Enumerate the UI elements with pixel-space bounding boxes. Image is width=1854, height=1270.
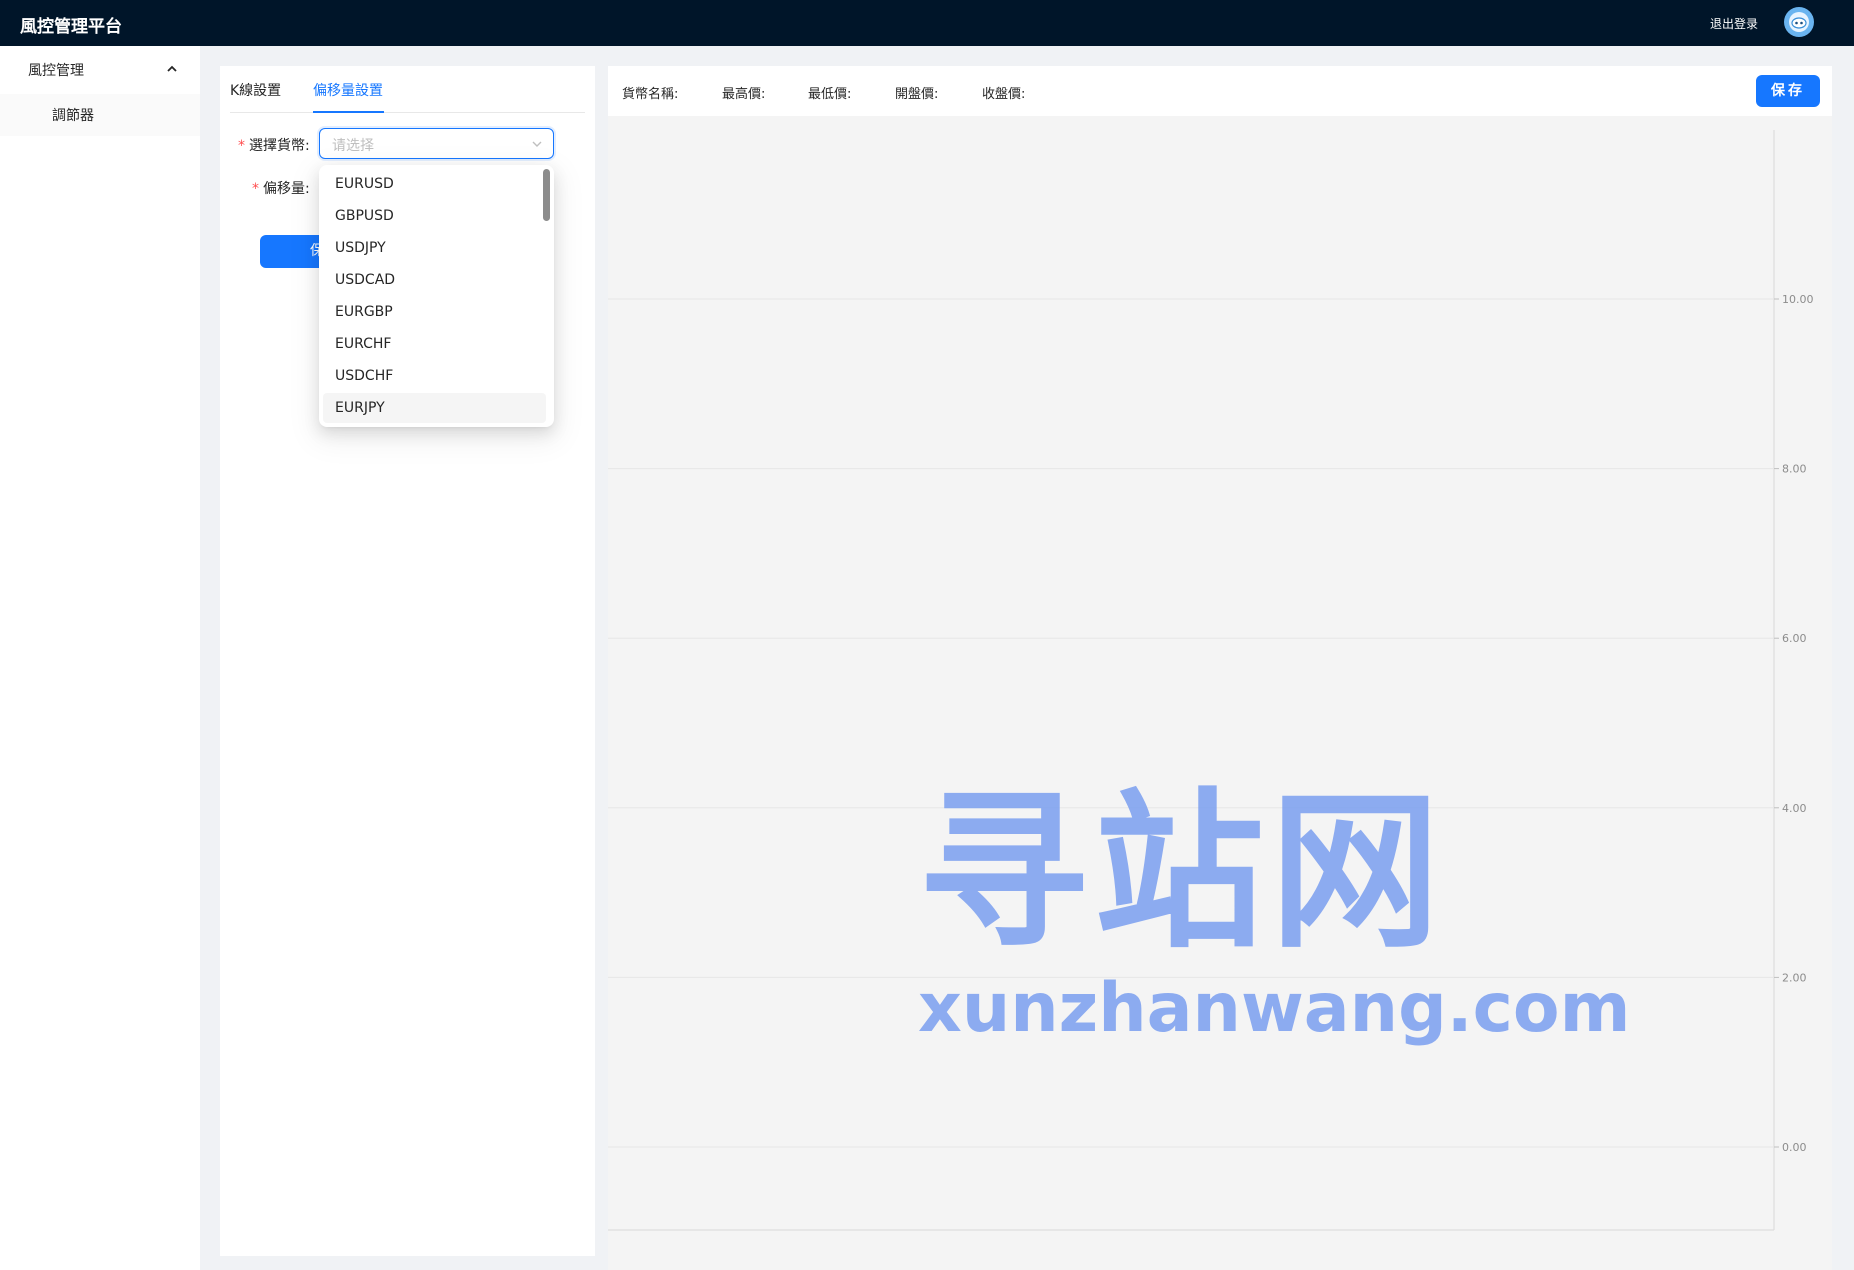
dropdown-option[interactable]: USDJPY (323, 233, 546, 263)
top-bar: 風控管理平台 退出登录 (0, 0, 1854, 46)
close-price-label: 收盤價: (982, 87, 1026, 102)
y-tick-label: 10.00 (1782, 293, 1814, 306)
offset-label: * 偏移量: (252, 181, 310, 197)
kline-chart: 10.00 8.00 6.00 4.00 2.00 0.00 (608, 116, 1832, 1270)
y-tick-label: 2.00 (1782, 971, 1807, 984)
y-tick-label: 6.00 (1782, 632, 1807, 645)
avatar[interactable] (1784, 7, 1814, 37)
open-price-label: 開盤價: (895, 87, 939, 102)
dropdown-option[interactable]: USDCHF (323, 361, 546, 391)
low-price-label: 最低價: (808, 87, 852, 102)
dropdown-option[interactable]: GBPUSD (323, 201, 546, 231)
sidebar-item-label: 調節器 (52, 108, 94, 124)
tab-active-indicator (313, 111, 384, 113)
high-price-label: 最高價: (722, 87, 766, 102)
currency-name-label: 貨幣名稱: (622, 87, 679, 102)
required-mark: * (238, 138, 245, 154)
logout-link[interactable]: 退出登录 (1710, 15, 1758, 32)
watermark-logo: 寻站网 (918, 774, 1447, 972)
dropdown-option[interactable]: EURCHF (323, 329, 546, 359)
currency-dropdown: EURUSD GBPUSD USDJPY USDCAD EURGBP EURCH… (319, 165, 554, 427)
select-placeholder: 请选择 (332, 138, 374, 154)
dropdown-scrollbar[interactable] (543, 169, 550, 221)
form-save-button[interactable]: 保 (260, 235, 320, 268)
dropdown-option-active[interactable]: EURJPY (323, 393, 546, 423)
dropdown-option[interactable]: USDCAD (323, 265, 546, 295)
currency-select[interactable]: 请选择 (319, 128, 554, 159)
currency-label: * 選擇貨幣: (238, 138, 310, 154)
sidebar: 風控管理 調節器 (0, 46, 200, 1270)
tab-offset-settings[interactable]: 偏移量設置 (313, 80, 383, 100)
watermark-url: xunzhanwang.com (918, 969, 1631, 1048)
chevron-down-icon (532, 141, 542, 147)
app-title: 風控管理平台 (20, 17, 122, 37)
y-tick-label: 8.00 (1782, 463, 1807, 476)
sidebar-item-regulator[interactable]: 調節器 (0, 94, 200, 136)
tab-kline-settings[interactable]: K線設置 (230, 80, 281, 100)
dropdown-option[interactable]: EURGBP (323, 297, 546, 327)
chevron-up-icon (167, 65, 177, 72)
y-tick-label: 0.00 (1782, 1141, 1807, 1154)
settings-tabs: K線設置 偏移量設置 (230, 66, 585, 113)
dropdown-option[interactable]: EURUSD (323, 169, 546, 199)
y-tick-label: 4.00 (1782, 802, 1807, 815)
price-header: 貨幣名稱: 最高價: 最低價: 開盤價: 收盤價: 保存 (608, 66, 1832, 116)
required-mark: * (252, 181, 259, 197)
chart-canvas: 10.00 8.00 6.00 4.00 2.00 0.00 (608, 130, 1814, 1231)
robot-avatar-icon (1789, 12, 1809, 32)
sidebar-group-risk-control[interactable]: 風控管理 (0, 46, 200, 94)
sidebar-group-label: 風控管理 (28, 63, 84, 79)
save-button[interactable]: 保存 (1756, 75, 1820, 107)
